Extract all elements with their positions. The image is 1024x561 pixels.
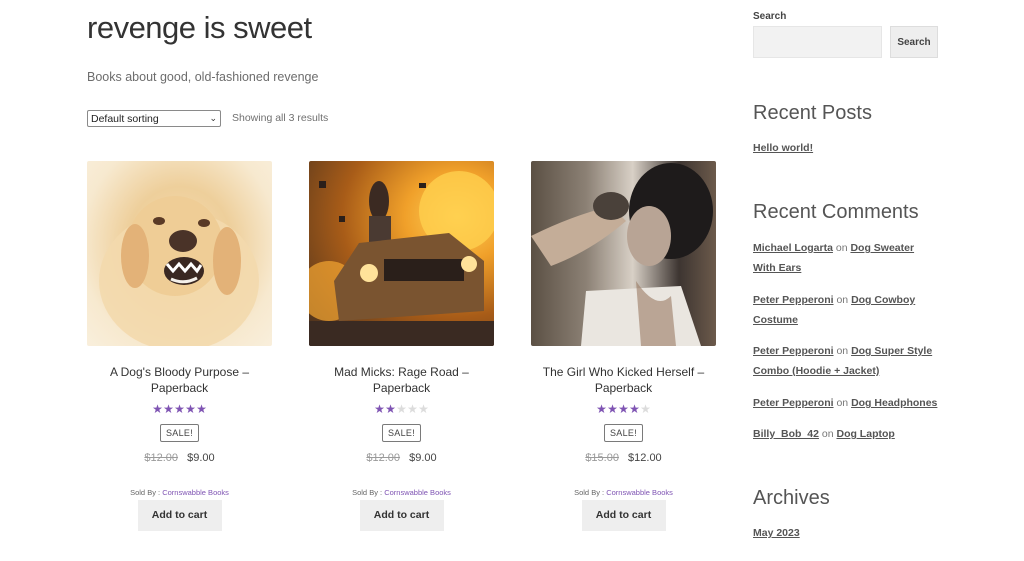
comment-author-link[interactable]: Peter Pepperoni [753, 345, 834, 357]
sorting-selected-value: Default sorting [91, 112, 159, 125]
star-filled-icon: ★ [152, 402, 163, 416]
tattooed-woman-image[interactable] [531, 161, 716, 346]
star-filled-icon: ★ [163, 402, 174, 416]
star-rating: ★ ★ ★ ★ ★ [309, 402, 494, 416]
regular-price: $12.00 [144, 452, 179, 464]
star-filled-icon: ★ [618, 402, 629, 416]
angry-dog-image[interactable] [87, 161, 272, 346]
sold-by-label: Sold By : [574, 488, 605, 497]
comment-item: Billy_Bob_42 on Dog Laptop [753, 424, 938, 444]
recent-posts-title: Recent Posts [753, 102, 872, 124]
comment-connector: on [821, 428, 834, 440]
star-empty-icon: ★ [407, 402, 418, 416]
result-count: Showing all 3 results [232, 112, 329, 124]
sorting-select[interactable]: Default sorting ⌄ [87, 110, 221, 127]
comment-connector: on [836, 397, 849, 409]
vendor-link[interactable]: Cornswabble Books [606, 488, 673, 497]
regular-price: $12.00 [366, 452, 401, 464]
star-filled-icon: ★ [185, 402, 196, 416]
comment-author-link[interactable]: Michael Logarta [753, 242, 833, 254]
star-filled-icon: ★ [607, 402, 618, 416]
comment-post-link[interactable]: Dog Headphones [851, 397, 937, 409]
product-card: A Dog's Bloody Purpose – Paperback ★ ★ ★ ★ ★… [87, 161, 272, 531]
dog-illustration [99, 196, 259, 346]
sale-price: $9.00 [187, 452, 215, 464]
archive-link[interactable]: May 2023 [753, 527, 800, 539]
sale-price: $12.00 [628, 452, 662, 464]
category-description: Books about good, old-fashioned revenge [87, 70, 319, 84]
chevron-down-icon: ⌄ [209, 113, 217, 123]
vendor-link[interactable]: Cornswabble Books [384, 488, 451, 497]
sold-by: Sold By : Cornswabble Books [87, 488, 272, 497]
search-input[interactable] [753, 26, 882, 58]
price: $12.00 $9.00 [309, 452, 494, 464]
sale-price: $9.00 [409, 452, 437, 464]
recent-post-link[interactable]: Hello world! [753, 142, 813, 154]
star-filled-icon: ★ [374, 402, 385, 416]
product-title[interactable]: A Dog's Bloody Purpose – Paperback [87, 364, 272, 396]
add-to-cart-button[interactable]: Add to cart [359, 500, 444, 531]
comment-author-link[interactable]: Billy_Bob_42 [753, 428, 819, 440]
price: $12.00 $9.00 [87, 452, 272, 464]
star-empty-icon: ★ [418, 402, 429, 416]
sold-by-label: Sold By : [352, 488, 383, 497]
sold-by-label: Sold By : [130, 488, 161, 497]
star-filled-icon: ★ [196, 402, 207, 416]
comment-author-link[interactable]: Peter Pepperoni [753, 294, 834, 306]
star-filled-icon: ★ [629, 402, 640, 416]
add-to-cart-button[interactable]: Add to cart [581, 500, 666, 531]
recent-comments-title: Recent Comments [753, 201, 919, 223]
vendor-link[interactable]: Cornswabble Books [162, 488, 229, 497]
comment-item: Michael Logarta on Dog Sweater With Ears [753, 238, 938, 278]
car-illustration [309, 171, 494, 346]
product-title[interactable]: The Girl Who Kicked Herself – Paperback [531, 364, 716, 396]
sold-by: Sold By : Cornswabble Books [531, 488, 716, 497]
page-title: revenge is sweet [87, 10, 312, 45]
product-card: Mad Micks: Rage Road – Paperback ★ ★ ★ ★ ★ S… [309, 161, 494, 531]
sold-by: Sold By : Cornswabble Books [309, 488, 494, 497]
star-filled-icon: ★ [385, 402, 396, 416]
star-empty-icon: ★ [396, 402, 407, 416]
star-rating: ★ ★ ★ ★ ★ [87, 402, 272, 416]
star-rating: ★ ★ ★ ★ ★ [531, 402, 716, 416]
search-button[interactable]: Search [890, 26, 938, 58]
woman-illustration [531, 163, 713, 346]
archives-title: Archives [753, 487, 830, 509]
comment-item: Peter Pepperoni on Dog Super Style Combo… [753, 341, 938, 381]
star-filled-icon: ★ [174, 402, 185, 416]
comment-connector: on [836, 294, 849, 306]
comment-item: Peter Pepperoni on Dog Headphones [753, 393, 938, 413]
sale-badge: SALE! [381, 424, 421, 442]
comment-connector: on [835, 242, 848, 254]
comment-post-link[interactable]: Dog Laptop [836, 428, 894, 440]
sale-badge: SALE! [159, 424, 199, 442]
price: $15.00 $12.00 [531, 452, 716, 464]
product-title[interactable]: Mad Micks: Rage Road – Paperback [309, 364, 494, 396]
sale-badge: SALE! [603, 424, 643, 442]
comment-connector: on [836, 345, 849, 357]
star-filled-icon: ★ [596, 402, 607, 416]
car-explosion-image[interactable] [309, 161, 494, 346]
add-to-cart-button[interactable]: Add to cart [137, 500, 222, 531]
product-card: The Girl Who Kicked Herself – Paperback … [531, 161, 716, 531]
search-label: Search [753, 11, 787, 22]
comment-author-link[interactable]: Peter Pepperoni [753, 397, 834, 409]
comment-item: Peter Pepperoni on Dog Cowboy Costume [753, 290, 938, 330]
regular-price: $15.00 [585, 452, 619, 464]
star-empty-icon: ★ [640, 402, 651, 416]
